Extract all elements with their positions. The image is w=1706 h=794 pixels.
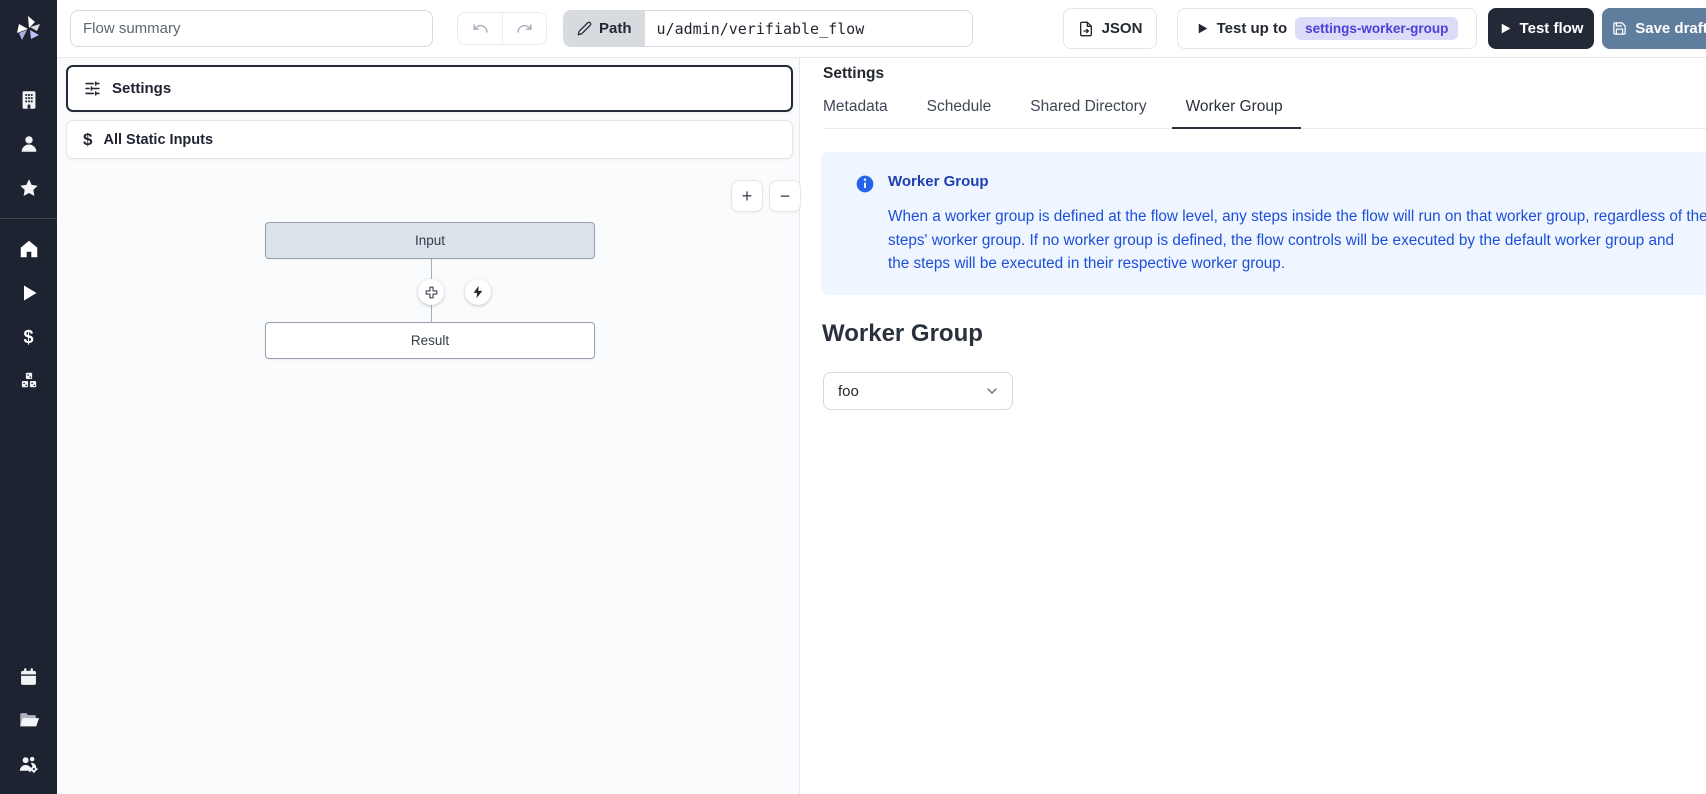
play-icon <box>1499 22 1512 35</box>
boxes-icon <box>18 370 40 392</box>
tab-shared-directory[interactable]: Shared Directory <box>1030 98 1146 128</box>
user-icon <box>18 133 40 155</box>
all-static-inputs-item[interactable]: $ All Static Inputs <box>66 120 793 159</box>
all-static-inputs-label: All Static Inputs <box>103 132 213 148</box>
tab-metadata[interactable]: Metadata <box>823 98 888 128</box>
building-icon <box>18 89 40 111</box>
sliders-icon <box>84 80 101 97</box>
info-icon <box>855 174 875 194</box>
info-line: When a worker group is defined at the fl… <box>888 205 1706 229</box>
play-icon <box>19 283 39 303</box>
left-rail: $ <box>0 0 57 794</box>
sidebar-item-workspace[interactable] <box>0 78 57 122</box>
flow-editor-panel: Settings $ All Static Inputs + − Input R… <box>57 58 800 794</box>
sidebar-item-schedules[interactable] <box>0 654 57 698</box>
sidebar-item-variables[interactable]: $ <box>0 315 57 359</box>
redo-icon <box>516 20 533 37</box>
bolt-icon <box>471 285 485 299</box>
flow-editor-app: Path JSON Test up to settings-worker-gro… <box>0 0 1706 794</box>
sidebar-item-resources[interactable] <box>0 359 57 403</box>
edit-path-button[interactable]: Path <box>564 11 645 46</box>
worker-group-select-value: foo <box>838 383 859 400</box>
sidebar-item-home[interactable] <box>0 227 57 271</box>
path-input[interactable] <box>645 11 972 46</box>
trigger-button[interactable] <box>465 279 491 305</box>
undo-button[interactable] <box>458 13 502 44</box>
pencil-icon <box>577 21 592 36</box>
info-line: the steps will be executed in their resp… <box>888 252 1706 276</box>
calendar-icon <box>18 666 39 687</box>
zoom-out-button[interactable]: − <box>769 180 801 212</box>
input-node[interactable]: Input <box>265 222 595 259</box>
folder-open-icon <box>18 709 40 731</box>
save-draft-button[interactable]: Save draft <box>1602 8 1706 49</box>
sidebar-item-runs[interactable] <box>0 271 57 315</box>
tab-schedule[interactable]: Schedule <box>927 98 992 128</box>
sidebar-item-groups[interactable] <box>0 742 57 786</box>
redo-button[interactable] <box>502 13 546 44</box>
test-flow-button[interactable]: Test flow <box>1488 8 1594 49</box>
test-flow-label: Test flow <box>1520 20 1584 37</box>
info-line: steps' worker group. If no worker group … <box>888 229 1706 253</box>
flow-settings-label: Settings <box>112 80 171 97</box>
tab-worker-group[interactable]: Worker Group <box>1186 98 1283 128</box>
play-icon <box>1196 22 1209 35</box>
info-box-body: When a worker group is defined at the fl… <box>888 205 1706 276</box>
windmill-logo[interactable] <box>0 0 57 58</box>
user-group-gear-icon <box>17 753 40 776</box>
zoom-in-button[interactable]: + <box>731 180 763 212</box>
path-button-label: Path <box>599 20 632 37</box>
test-up-to-target-badge: settings-worker-group <box>1295 17 1458 40</box>
worker-group-select[interactable]: foo <box>823 372 1013 410</box>
save-icon <box>1612 21 1627 36</box>
worker-group-heading: Worker Group <box>822 320 983 348</box>
chevron-down-icon <box>984 383 1000 399</box>
worker-group-info-box: Worker Group When a worker group is defi… <box>821 152 1706 295</box>
test-up-to-button[interactable]: Test up to settings-worker-group <box>1177 8 1477 49</box>
path-group: Path <box>563 10 973 47</box>
add-step-button[interactable] <box>418 279 444 305</box>
dollar-icon: $ <box>83 130 92 150</box>
undo-icon <box>472 20 489 37</box>
sidebar-item-folders[interactable] <box>0 698 57 742</box>
info-box-title: Worker Group <box>888 173 989 190</box>
plus-icon <box>424 285 439 300</box>
flow-settings-item[interactable]: Settings <box>66 65 793 112</box>
json-file-icon <box>1078 21 1094 37</box>
sidebar-item-favorites[interactable] <box>0 166 57 210</box>
rail-divider <box>0 218 57 219</box>
canvas-zoom-controls: + − <box>731 180 801 212</box>
settings-panel-title: Settings <box>823 65 884 83</box>
sidebar-item-user[interactable] <box>0 122 57 166</box>
save-draft-label: Save draft <box>1635 20 1706 37</box>
test-up-to-label: Test up to <box>1217 20 1288 37</box>
json-button[interactable]: JSON <box>1063 8 1157 49</box>
json-button-label: JSON <box>1102 20 1143 37</box>
result-node[interactable]: Result <box>265 322 595 359</box>
dollar-icon: $ <box>23 327 33 348</box>
topbar: Path JSON Test up to settings-worker-gro… <box>0 0 1706 58</box>
settings-panel: Settings Metadata Schedule Shared Direct… <box>801 58 1706 794</box>
home-icon <box>18 238 40 260</box>
settings-tabs: Metadata Schedule Shared Directory Worke… <box>823 98 1706 129</box>
undo-redo-group <box>457 12 547 45</box>
flow-summary-input[interactable] <box>70 10 433 47</box>
star-icon <box>18 177 40 199</box>
